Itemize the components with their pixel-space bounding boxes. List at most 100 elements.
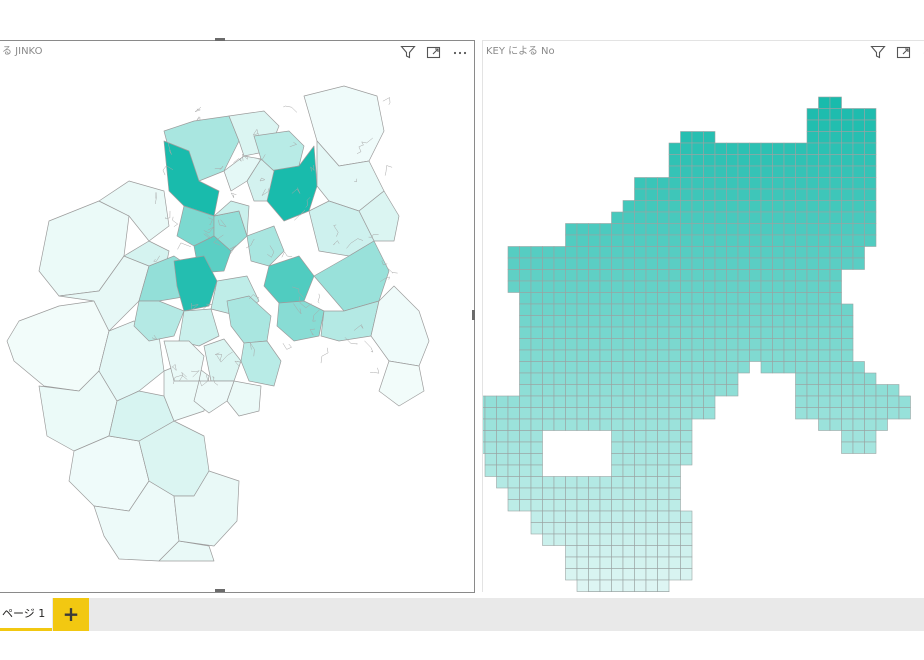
mesh-cell[interactable] xyxy=(588,257,601,270)
mesh-cell[interactable] xyxy=(611,292,624,305)
mesh-cell[interactable] xyxy=(841,315,854,328)
mesh-cell[interactable] xyxy=(553,476,566,489)
mesh-cell[interactable] xyxy=(818,96,831,109)
mesh-cell[interactable] xyxy=(726,223,739,236)
mesh-cell[interactable] xyxy=(737,200,750,213)
mesh-cell[interactable] xyxy=(565,545,578,558)
mesh-cell[interactable] xyxy=(553,361,566,374)
mesh-cell[interactable] xyxy=(530,441,543,454)
mesh-cell[interactable] xyxy=(565,499,578,512)
mesh-cell[interactable] xyxy=(783,280,796,293)
mesh-cell[interactable] xyxy=(622,234,635,247)
mesh-cell[interactable] xyxy=(864,108,877,121)
mesh-cell[interactable] xyxy=(680,211,693,224)
mesh-cell[interactable] xyxy=(611,326,624,339)
mesh-cell[interactable] xyxy=(611,522,624,535)
mesh-cell[interactable] xyxy=(680,395,693,408)
mesh-cell[interactable] xyxy=(818,246,831,259)
mesh-cell[interactable] xyxy=(864,165,877,178)
mesh-cell[interactable] xyxy=(565,292,578,305)
mesh-cell[interactable] xyxy=(864,418,877,431)
mesh-cell[interactable] xyxy=(496,395,509,408)
mesh-cell[interactable] xyxy=(588,246,601,259)
mesh-cell[interactable] xyxy=(588,280,601,293)
mesh-cell[interactable] xyxy=(714,326,727,339)
mesh-cell[interactable] xyxy=(772,338,785,351)
mesh-cell[interactable] xyxy=(622,372,635,385)
mesh-cell[interactable] xyxy=(599,292,612,305)
mesh-cell[interactable] xyxy=(795,407,808,420)
mesh-cell[interactable] xyxy=(634,487,647,500)
mesh-cell[interactable] xyxy=(749,280,762,293)
mesh-cell[interactable] xyxy=(496,476,509,489)
mesh-cell[interactable] xyxy=(668,234,681,247)
mesh-cell[interactable] xyxy=(703,257,716,270)
mesh-cell[interactable] xyxy=(645,211,658,224)
mesh-cell[interactable] xyxy=(484,441,497,454)
mesh-cell[interactable] xyxy=(841,165,854,178)
mesh-cell[interactable] xyxy=(484,395,497,408)
mesh-cell[interactable] xyxy=(680,533,693,546)
mesh-cell[interactable] xyxy=(829,119,842,132)
mesh-cell[interactable] xyxy=(668,453,681,466)
mesh-cell[interactable] xyxy=(645,441,658,454)
mesh-cell[interactable] xyxy=(829,165,842,178)
mesh-cell[interactable] xyxy=(783,154,796,167)
mesh-cell[interactable] xyxy=(565,280,578,293)
mesh-cell[interactable] xyxy=(852,165,865,178)
mesh-cell[interactable] xyxy=(703,361,716,374)
mesh-cell[interactable] xyxy=(553,280,566,293)
mesh-cell[interactable] xyxy=(714,372,727,385)
mesh-cell[interactable] xyxy=(818,223,831,236)
mesh-cell[interactable] xyxy=(622,269,635,282)
mesh-cell[interactable] xyxy=(772,303,785,316)
mesh-cell[interactable] xyxy=(680,131,693,144)
mesh-cell[interactable] xyxy=(634,257,647,270)
mesh-cell[interactable] xyxy=(622,533,635,546)
mesh-cell[interactable] xyxy=(668,315,681,328)
mesh-cell[interactable] xyxy=(749,257,762,270)
mesh-cell[interactable] xyxy=(668,418,681,431)
mesh-cell[interactable] xyxy=(806,234,819,247)
mesh-cell[interactable] xyxy=(829,384,842,397)
mesh-cell[interactable] xyxy=(565,487,578,500)
mesh-cell[interactable] xyxy=(519,292,532,305)
mesh-cell[interactable] xyxy=(622,361,635,374)
mesh-cell[interactable] xyxy=(783,315,796,328)
mesh-cell[interactable] xyxy=(680,223,693,236)
jinko-map-visual[interactable]: る JINKO xyxy=(0,40,475,593)
mesh-cell[interactable] xyxy=(542,372,555,385)
mesh-cell[interactable] xyxy=(657,522,670,535)
mesh-cell[interactable] xyxy=(657,303,670,316)
mesh-cell[interactable] xyxy=(507,407,520,420)
mesh-cell[interactable] xyxy=(519,280,532,293)
mesh-cell[interactable] xyxy=(565,326,578,339)
mesh-cell[interactable] xyxy=(565,395,578,408)
mesh-cell[interactable] xyxy=(634,545,647,558)
mesh-cell[interactable] xyxy=(806,326,819,339)
mesh-cell[interactable] xyxy=(772,223,785,236)
mesh-cell[interactable] xyxy=(645,338,658,351)
mesh-cell[interactable] xyxy=(806,119,819,132)
mesh-cell[interactable] xyxy=(565,223,578,236)
mesh-cell[interactable] xyxy=(484,464,497,477)
mesh-cell[interactable] xyxy=(841,407,854,420)
mesh-cell[interactable] xyxy=(887,407,900,420)
mesh-cell[interactable] xyxy=(565,407,578,420)
mesh-cell[interactable] xyxy=(864,384,877,397)
mesh-cell[interactable] xyxy=(760,142,773,155)
mesh-cell[interactable] xyxy=(760,280,773,293)
mesh-cell[interactable] xyxy=(519,303,532,316)
mesh-cell[interactable] xyxy=(737,269,750,282)
mesh-cell[interactable] xyxy=(714,292,727,305)
mesh-cell[interactable] xyxy=(622,430,635,443)
mesh-cell[interactable] xyxy=(818,234,831,247)
mesh-cell[interactable] xyxy=(634,430,647,443)
mesh-cell[interactable] xyxy=(530,418,543,431)
mesh-cell[interactable] xyxy=(668,246,681,259)
mesh-cell[interactable] xyxy=(599,361,612,374)
mesh-cell[interactable] xyxy=(772,154,785,167)
mesh-cell[interactable] xyxy=(806,177,819,190)
mesh-cell[interactable] xyxy=(852,200,865,213)
mesh-cell[interactable] xyxy=(818,131,831,144)
